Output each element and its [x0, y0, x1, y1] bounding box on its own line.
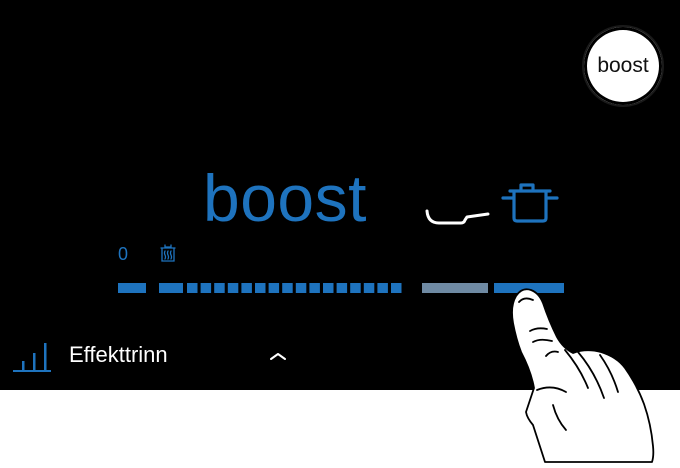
slider-segment[interactable] — [363, 283, 375, 293]
slider-segment[interactable] — [214, 283, 225, 293]
level-zero-label: 0 — [118, 244, 129, 264]
hob-control-panel: boost boost 0 Effekttrinn — [0, 0, 680, 390]
frying-pan-icon — [425, 209, 490, 225]
slider-segment[interactable] — [227, 283, 239, 293]
keep-warm-icon — [160, 244, 176, 262]
slider-segment[interactable] — [309, 283, 320, 293]
slider-segment[interactable] — [323, 283, 334, 293]
slider-segment[interactable] — [255, 283, 266, 293]
slider-segment[interactable] — [159, 283, 183, 293]
slider-segment[interactable] — [241, 283, 252, 293]
slider-segment[interactable] — [282, 283, 293, 293]
power-level-display: boost — [203, 161, 367, 235]
slider-segment[interactable] — [187, 283, 198, 293]
slider-segment-off[interactable] — [118, 283, 146, 293]
power-level-menu-label[interactable]: Effekttrinn — [69, 340, 168, 370]
boost-button-label: boost — [597, 54, 649, 77]
slider-segment[interactable] — [336, 283, 348, 293]
slider-segment[interactable] — [377, 283, 388, 293]
power-level-icon — [13, 343, 51, 372]
chevron-up-icon[interactable] — [268, 350, 288, 362]
cooking-pot-icon — [501, 183, 559, 223]
slider-segment-powerboost[interactable] — [494, 283, 564, 293]
power-level-slider[interactable] — [118, 283, 564, 293]
slider-segment[interactable] — [200, 283, 212, 293]
slider-segment[interactable] — [295, 283, 307, 293]
slider-segment[interactable] — [268, 283, 280, 293]
slider-segment-boost[interactable] — [422, 283, 488, 293]
slider-segment[interactable] — [350, 283, 361, 293]
boost-button[interactable]: boost — [582, 25, 664, 107]
slider-segment[interactable] — [391, 283, 402, 293]
